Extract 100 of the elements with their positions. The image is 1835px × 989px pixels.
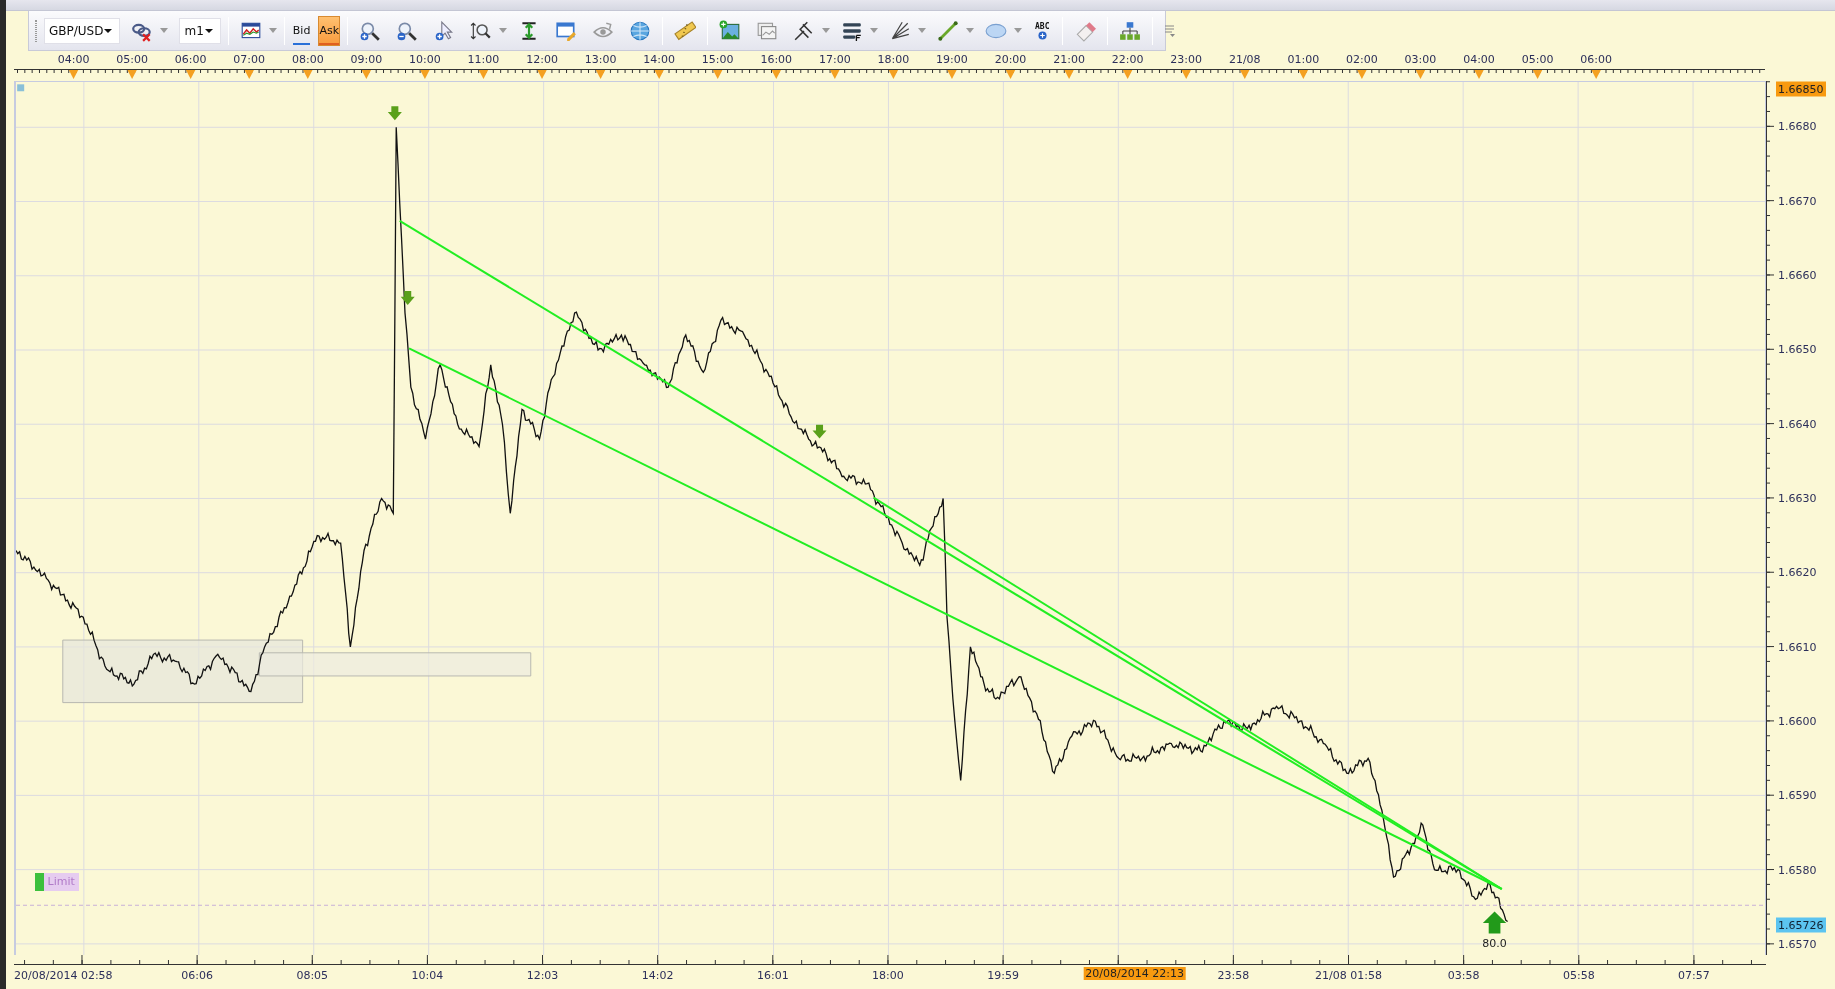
time-label: 06:00 — [174, 53, 207, 66]
time-label: 10:00 — [409, 53, 441, 66]
price-label: 1.6590 — [1778, 788, 1817, 802]
hour-marker-icon — [1240, 70, 1250, 79]
time-label: 11:00 — [467, 53, 500, 66]
time-label: 21/08 — [1228, 53, 1261, 66]
date-label: 06:06 — [181, 969, 213, 982]
hour-marker-icon — [1298, 70, 1308, 79]
time-label: 04:00 — [57, 53, 90, 66]
price-label: 1.6620 — [1778, 565, 1817, 579]
high-price-tag: 1.66850 — [1776, 81, 1826, 97]
hour-marker-icon — [127, 70, 137, 79]
fan-icon[interactable] — [889, 19, 911, 42]
hour-marker-icon — [68, 70, 79, 79]
price-label: 1.6660 — [1778, 268, 1817, 282]
pitchfork-icon[interactable] — [793, 19, 815, 42]
caret-icon[interactable] — [203, 27, 214, 34]
price-label: 1.6610 — [1778, 640, 1817, 654]
time-label: 16:00 — [760, 53, 793, 66]
ask-button[interactable]: Ask — [318, 15, 340, 46]
time-label: 18:00 — [877, 53, 910, 66]
hour-marker-icon — [1181, 70, 1191, 79]
date-label: 10:04 — [411, 969, 444, 982]
eraser-icon[interactable] — [1074, 19, 1097, 42]
pointer-plus-icon[interactable] — [433, 19, 455, 42]
date-label: 20/08/2014 02:58 — [14, 969, 113, 982]
timeframe-dropdown[interactable]: m1 — [179, 17, 221, 44]
overflow-icon[interactable] — [1164, 23, 1177, 38]
trade-label: 80.0 — [1482, 937, 1507, 951]
hour-marker-icon — [1005, 70, 1016, 79]
up-arrow-icon — [1482, 911, 1507, 934]
down-arrow-icon — [812, 424, 827, 439]
window-pen-icon[interactable] — [555, 19, 577, 42]
time-label: 05:00 — [1521, 53, 1554, 66]
time-label: 13:00 — [584, 53, 617, 66]
time-label: 03:00 — [1404, 53, 1437, 66]
hour-marker-icon — [595, 70, 606, 79]
hour-marker-icon — [1474, 70, 1484, 79]
hierarchy-icon[interactable] — [1119, 19, 1142, 42]
cursor-time-tag: 20/08/2014 22:13 — [1083, 967, 1186, 980]
hour-marker-icon — [713, 70, 723, 79]
date-label: 23:58 — [1217, 969, 1250, 982]
date-label: 08:05 — [296, 969, 329, 982]
hour-marker-icon — [1532, 70, 1543, 79]
hour-marker-icon — [244, 70, 254, 79]
date-label: 07:57 — [1678, 969, 1710, 982]
hour-marker-icon — [771, 70, 781, 79]
hour-marker-icon — [478, 70, 489, 79]
time-label: 05:00 — [116, 53, 148, 66]
price-label: 1.6680 — [1778, 119, 1817, 133]
date-label: 21/08 01:58 — [1315, 969, 1382, 982]
hour-marker-icon — [537, 70, 547, 79]
price-label: 1.6630 — [1778, 491, 1817, 505]
time-label: 02:00 — [1346, 53, 1378, 66]
price-label: 1.6570 — [1778, 937, 1817, 951]
price-label: 1.6600 — [1778, 714, 1817, 728]
date-label: 14:02 — [641, 969, 674, 982]
down-arrow-icon — [400, 291, 415, 305]
time-label: 21:00 — [1053, 53, 1085, 66]
date-label: 12:03 — [526, 969, 559, 982]
hour-marker-icon — [186, 70, 196, 79]
time-label: 19:00 — [936, 53, 968, 66]
price-label: 1.6650 — [1778, 342, 1817, 356]
time-label: 20:00 — [994, 53, 1027, 66]
hour-marker-icon — [1591, 70, 1601, 79]
time-label: 09:00 — [350, 53, 383, 66]
hour-marker-icon — [1122, 70, 1133, 79]
price-label: 1.6670 — [1778, 194, 1817, 208]
current-price-tag: 1.65726 — [1776, 917, 1826, 932]
hour-marker-icon — [947, 70, 957, 79]
time-label: 12:00 — [526, 53, 558, 66]
hour-marker-icon — [888, 70, 899, 79]
time-label: 22:00 — [1111, 53, 1144, 66]
anchor-icon — [17, 84, 25, 92]
date-label: 19:59 — [987, 969, 1019, 982]
price-label: 1.6580 — [1778, 863, 1817, 877]
globe-icon[interactable] — [629, 19, 651, 42]
time-label: 23:00 — [1170, 53, 1203, 66]
hour-marker-icon — [420, 70, 430, 79]
hour-marker-icon — [361, 70, 372, 79]
symbol-dropdown[interactable]: GBP/USD — [44, 17, 121, 44]
hour-marker-icon — [1064, 70, 1074, 79]
add-text-button[interactable]: ABC — [1035, 21, 1050, 40]
time-label: 01:00 — [1287, 53, 1320, 66]
time-label: 04:00 — [1463, 53, 1495, 66]
time-label: 07:00 — [233, 53, 266, 66]
date-label: 05:58 — [1562, 969, 1595, 982]
time-label: 06:00 — [1580, 53, 1612, 66]
hour-marker-icon — [1415, 70, 1426, 79]
hour-marker-icon — [303, 70, 313, 79]
date-label: 16:01 — [756, 969, 789, 982]
time-label: 15:00 — [701, 53, 734, 66]
limit-handle[interactable] — [34, 873, 44, 892]
caret-icon[interactable] — [103, 27, 114, 34]
down-arrow-icon — [387, 106, 402, 121]
add-image-icon[interactable] — [719, 19, 741, 42]
time-label: 08:00 — [291, 53, 324, 66]
bid-button[interactable]: Bid — [291, 15, 312, 46]
line-icon[interactable] — [937, 19, 959, 42]
hour-marker-icon — [830, 70, 840, 79]
